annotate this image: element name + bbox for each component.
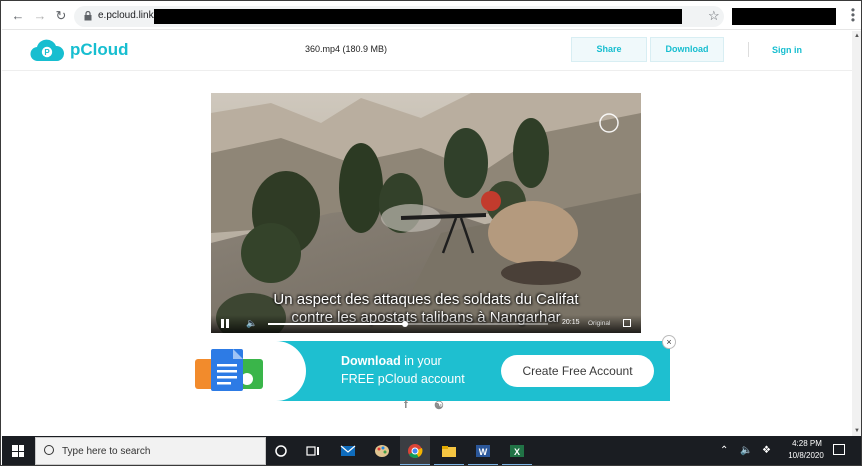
screen: ← → ↻ e.pcloud.link/ ☆ • • • P pCloud 360.… — [0, 0, 862, 466]
quality-selector[interactable]: Original — [588, 320, 610, 327]
word-icon[interactable]: W — [475, 443, 491, 459]
svg-text:W: W — [479, 447, 488, 457]
pcloud-logo-icon[interactable]: P — [30, 39, 64, 63]
file-explorer-icon[interactable] — [441, 443, 457, 459]
video-player[interactable]: Un aspect des attaques des soldats du Ca… — [211, 93, 641, 333]
ad-illustration-panel — [181, 341, 306, 401]
pause-icon[interactable] — [221, 319, 229, 328]
back-icon[interactable]: ← — [10, 8, 26, 24]
lock-icon — [84, 11, 92, 21]
share-button[interactable]: Share — [571, 37, 647, 62]
reload-icon[interactable]: ↻ — [53, 8, 69, 24]
browser-toolbar: ← → ↻ e.pcloud.link/ ☆ • • • — [2, 2, 861, 30]
video-progress-bar[interactable] — [268, 321, 548, 327]
task-view-icon[interactable] — [305, 443, 321, 459]
ad-headline: Download in your — [341, 354, 442, 368]
header-divider — [748, 42, 749, 57]
video-progress-fill — [268, 323, 406, 325]
create-free-account-button[interactable]: Create Free Account — [501, 355, 654, 387]
close-ad-button[interactable]: × — [662, 335, 676, 349]
address-bar[interactable]: e.pcloud.link/ ☆ — [74, 6, 724, 27]
mail-icon[interactable] — [340, 443, 356, 459]
redacted-extension-block — [732, 8, 836, 25]
svg-text:X: X — [514, 447, 520, 457]
facebook-icon[interactable]: f — [404, 399, 408, 411]
scroll-down-icon[interactable]: ▼ — [854, 428, 860, 434]
ad-banner[interactable]: Download in your FREE pCloud account Cre… — [181, 341, 670, 401]
windows-taskbar: Type here to search W X ⌃ 🔈 ❖ 4:28 PM 10… — [2, 436, 861, 465]
excel-icon[interactable]: X — [509, 443, 525, 459]
subtitle-line-1: Un aspect des attaques des soldats du Ca… — [273, 291, 579, 308]
page-scrollbar[interactable]: ▲ ▼ — [852, 31, 861, 436]
menu-icon[interactable]: • • • — [850, 4, 856, 26]
notifications-icon[interactable] — [833, 444, 845, 455]
taskbar-search-box[interactable]: Type here to search — [35, 437, 266, 465]
bookmark-star-icon[interactable]: ☆ — [708, 8, 720, 24]
twitter-icon[interactable]: ☯ — [434, 399, 444, 412]
sign-in-link[interactable]: Sign in — [772, 45, 802, 55]
chrome-icon[interactable] — [407, 443, 423, 459]
tray-chevron-icon[interactable]: ⌃ — [720, 445, 728, 456]
search-icon — [44, 445, 54, 455]
volume-icon[interactable]: 🔈 — [246, 318, 257, 329]
url-text: e.pcloud.link/ — [98, 10, 157, 21]
search-placeholder: Type here to search — [62, 446, 151, 457]
logo-text[interactable]: pCloud — [70, 40, 129, 60]
redacted-url-block — [154, 9, 682, 24]
scroll-up-icon[interactable]: ▲ — [854, 33, 860, 39]
forward-icon[interactable]: → — [32, 8, 48, 24]
dropbox-icon[interactable]: ❖ — [762, 445, 771, 456]
paint-icon[interactable] — [374, 443, 390, 459]
clock-time[interactable]: 4:28 PM — [787, 439, 827, 448]
download-button[interactable]: Download — [650, 37, 724, 62]
site-header: P pCloud 360.mp4 (180.9 MB) Share Downlo… — [2, 31, 852, 71]
windows-start-icon[interactable] — [12, 445, 24, 457]
cortana-icon[interactable] — [273, 443, 289, 459]
video-controls-bar: 🔈 20:15 Original — [211, 315, 641, 333]
video-time: 20:15 — [562, 319, 580, 326]
clock-date[interactable]: 10/8/2020 — [781, 451, 831, 460]
video-progress-handle[interactable] — [402, 321, 409, 327]
documents-illustration-icon — [195, 349, 263, 391]
ad-subheadline: FREE pCloud account — [341, 372, 465, 386]
speaker-icon[interactable]: 🔈 — [740, 445, 752, 456]
file-title: 360.mp4 (180.9 MB) — [305, 44, 388, 54]
svg-text:P: P — [44, 48, 50, 57]
